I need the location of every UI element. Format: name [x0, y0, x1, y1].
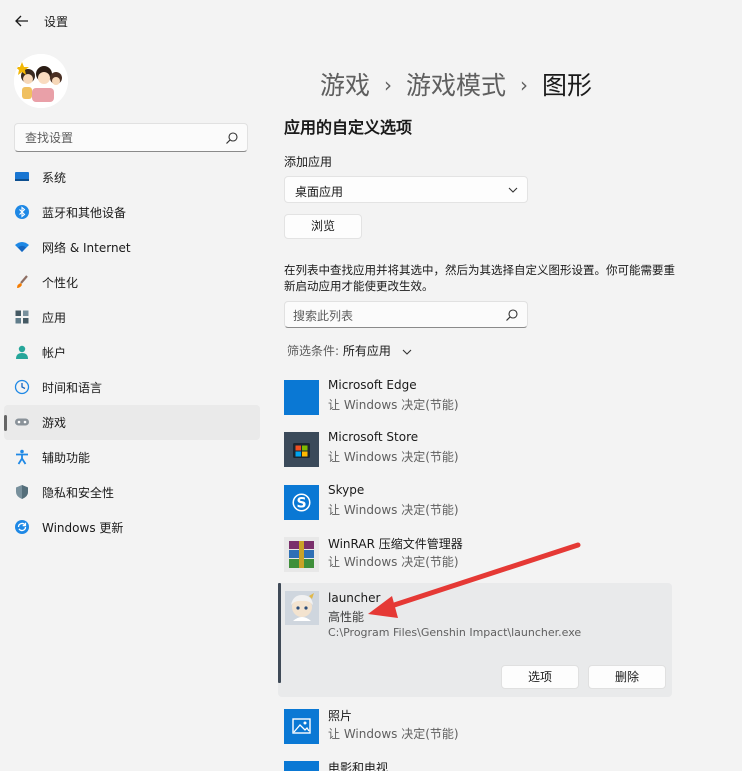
sidebar-item-privacy[interactable]: 隐私和安全性 [4, 475, 260, 510]
breadcrumb-gaming[interactable]: 游戏 [320, 71, 370, 100]
list-search-box[interactable] [284, 301, 528, 328]
edge-icon [284, 380, 319, 415]
list-item-winrar[interactable]: WinRAR 压缩文件管理器 让 Windows 决定(节能) [284, 533, 674, 583]
sidebar-item-label: 隐私和安全性 [42, 486, 115, 500]
search-icon[interactable] [505, 308, 519, 322]
shield-icon [16, 485, 28, 499]
delete-button[interactable]: 删除 [588, 665, 666, 689]
chevron-down-icon [402, 349, 412, 355]
winrar-icon [284, 537, 319, 572]
search-icon[interactable] [225, 131, 239, 145]
sidebar-item-label: 辅助功能 [42, 451, 91, 465]
sidebar-item-label: 系统 [42, 171, 67, 185]
app-name: Skype [328, 483, 365, 497]
apps-icon [15, 310, 29, 324]
breadcrumb: 游戏 › 游戏模式 › 图形 [320, 66, 592, 102]
title-bar: 设置 [0, 0, 742, 42]
sidebar-item-label: 蓝牙和其他设备 [42, 206, 127, 220]
monitor-icon [15, 172, 29, 181]
list-item-skype[interactable]: S Skype 让 Windows 决定(节能) [284, 481, 674, 531]
sidebar-item-label: 应用 [42, 311, 67, 325]
breadcrumb-graphics: 图形 [542, 71, 593, 100]
wifi-icon [15, 242, 29, 252]
person-icon [16, 345, 28, 359]
sidebar-item-system[interactable]: 系统 [4, 160, 260, 195]
sidebar-item-label: 帐户 [42, 346, 67, 360]
photos-icon [284, 709, 319, 744]
app-name: launcher [328, 591, 381, 605]
list-search-input[interactable] [293, 307, 493, 324]
sidebar-nav: 系统 蓝牙和其他设备 网络 & Internet 个性化 应用 帐户 时间和语言… [4, 160, 260, 545]
description-text: 在列表中查找应用并将其选中，然后为其选择自定义图形设置。你可能需要重新启动应用才… [284, 263, 675, 293]
selected-app-panel[interactable]: launcher 高性能 C:\Program Files\Genshin Im… [278, 583, 672, 697]
filter-label: 筛选条件: [287, 344, 340, 358]
settings-search-input[interactable] [25, 129, 215, 147]
sidebar-item-bluetooth[interactable]: 蓝牙和其他设备 [4, 195, 260, 230]
list-item-microsoft-edge[interactable]: Microsoft Edge 让 Windows 决定(节能) [284, 376, 674, 426]
clock-globe-icon [14, 379, 30, 395]
sidebar-item-apps[interactable]: 应用 [4, 300, 260, 335]
bluetooth-icon [15, 205, 29, 219]
sidebar-item-network[interactable]: 网络 & Internet [4, 230, 260, 265]
app-graphics-preference: 让 Windows 决定(节能) [328, 555, 459, 569]
list-item-microsoft-store[interactable]: Microsoft Store 让 Windows 决定(节能) [284, 428, 674, 478]
skype-icon: S [284, 485, 319, 520]
avatar-image-icon [14, 54, 68, 108]
svg-text:S: S [296, 496, 306, 512]
window-title: 设置 [44, 15, 69, 29]
app-name: WinRAR 压缩文件管理器 [328, 537, 463, 551]
section-title: 应用的自定义选项 [284, 118, 413, 137]
app-graphics-preference: 让 Windows 决定(节能) [328, 450, 459, 464]
sidebar-item-label: Windows 更新 [42, 521, 124, 535]
update-icon [15, 520, 29, 534]
brush-icon [17, 275, 28, 288]
sidebar-item-accounts[interactable]: 帐户 [4, 335, 260, 370]
sidebar-item-label: 时间和语言 [42, 381, 103, 395]
sidebar-item-gaming[interactable]: 游戏 [4, 405, 260, 440]
app-name: 照片 [328, 709, 353, 723]
app-graphics-preference: 让 Windows 决定(节能) [328, 503, 459, 517]
genshin-launcher-icon [285, 591, 319, 625]
sidebar: 系统 蓝牙和其他设备 网络 & Internet 个性化 [0, 42, 268, 771]
filter-value: 所有应用 [342, 344, 391, 358]
accessibility-icon [16, 449, 28, 465]
sidebar-item-time-language[interactable]: 时间和语言 [4, 370, 260, 405]
app-name: Microsoft Edge [328, 378, 417, 392]
add-app-label: 添加应用 [284, 155, 333, 169]
sidebar-item-label: 网络 & Internet [42, 241, 131, 255]
sidebar-item-label: 个性化 [42, 276, 79, 290]
store-icon [284, 432, 319, 467]
app-graphics-preference: 让 Windows 决定(节能) [328, 727, 459, 741]
selection-indicator [278, 583, 281, 683]
gamepad-icon [15, 418, 29, 426]
sidebar-item-label: 游戏 [42, 416, 67, 430]
avatar[interactable] [14, 54, 68, 108]
sidebar-item-personalization[interactable]: 个性化 [4, 265, 260, 300]
app-path: C:\Program Files\Genshin Impact\launcher… [328, 626, 582, 639]
filter-dropdown[interactable]: 筛选条件: 所有应用 [287, 342, 413, 359]
app-name: Microsoft Store [328, 430, 419, 444]
app-name: 电影和电视 [328, 761, 389, 771]
sidebar-item-windows-update[interactable]: Windows 更新 [4, 510, 260, 545]
movies-icon [284, 761, 319, 771]
sidebar-item-accessibility[interactable]: 辅助功能 [4, 440, 260, 475]
settings-search-box[interactable] [14, 123, 248, 152]
app-type-dropdown[interactable]: 桌面应用 [284, 176, 528, 203]
breadcrumb-separator: › [520, 73, 529, 97]
list-item-movies-tv[interactable]: 电影和电视 [284, 757, 674, 771]
chevron-down-icon [508, 187, 518, 193]
list-item-photos[interactable]: 照片 让 Windows 决定(节能) [284, 705, 674, 755]
app-graphics-preference: 让 Windows 决定(节能) [328, 398, 459, 412]
breadcrumb-separator: › [384, 73, 393, 97]
app-graphics-preference: 高性能 [328, 610, 365, 624]
dropdown-value: 桌面应用 [295, 185, 344, 199]
breadcrumb-game-mode[interactable]: 游戏模式 [406, 71, 506, 100]
browse-button[interactable]: 浏览 [284, 214, 362, 239]
options-button[interactable]: 选项 [501, 665, 579, 689]
back-arrow-icon[interactable] [12, 11, 32, 31]
